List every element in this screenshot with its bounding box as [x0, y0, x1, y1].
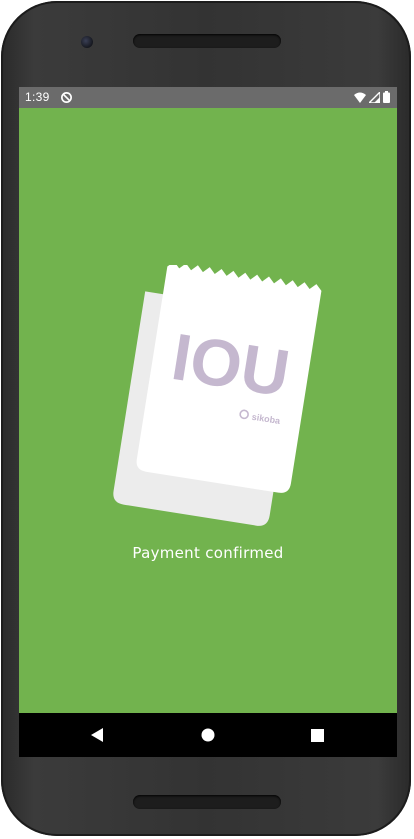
- status-bar: 1:39: [19, 87, 397, 108]
- screen: 1:39 IOU sikoba Payment confirmed: [19, 87, 397, 757]
- home-button[interactable]: [198, 725, 218, 745]
- signal-icon: [369, 91, 380, 103]
- recents-button[interactable]: [307, 725, 327, 745]
- battery-icon: [383, 91, 390, 103]
- bottom-speaker: [133, 795, 281, 809]
- status-time: 1:39: [25, 90, 50, 104]
- status-icons: [354, 91, 390, 103]
- navigation-bar: [19, 713, 397, 757]
- front-camera: [81, 36, 93, 48]
- payment-confirmation-view: IOU sikoba Payment confirmed: [19, 108, 397, 713]
- sync-icon: [61, 92, 72, 103]
- back-icon: [91, 728, 103, 742]
- top-speaker: [133, 34, 281, 48]
- home-icon: [201, 728, 215, 742]
- wifi-icon: [354, 92, 366, 103]
- phone-frame: 1:39 IOU sikoba Payment confirmed: [1, 1, 411, 836]
- back-button[interactable]: [87, 725, 107, 745]
- payment-confirmed-message: Payment confirmed: [132, 544, 284, 562]
- recents-icon: [310, 728, 324, 742]
- receipt-illustration: IOU sikoba: [113, 265, 322, 526]
